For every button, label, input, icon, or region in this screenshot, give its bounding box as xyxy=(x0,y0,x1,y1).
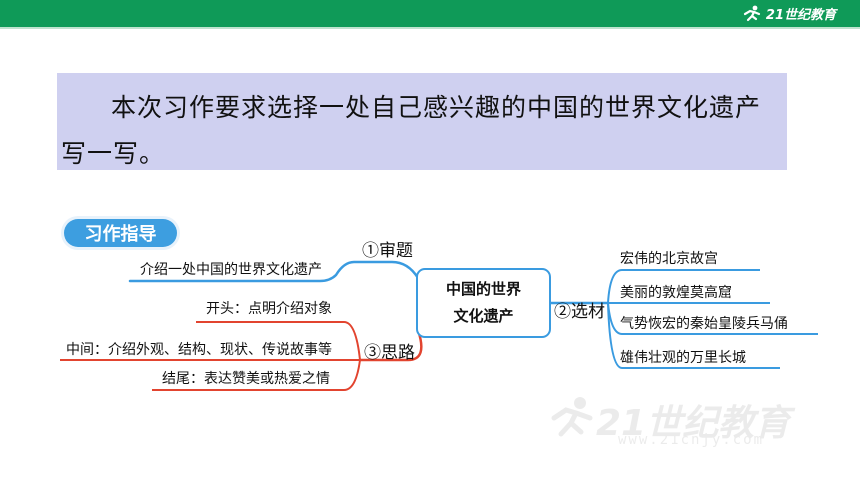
branch-outline-label: ③思路 xyxy=(364,343,415,363)
material-item-4: 雄伟壮观的万里长城 xyxy=(620,350,746,366)
review-item: 介绍一处中国的世界文化遗产 xyxy=(140,262,322,278)
material-item-2: 美丽的敦煌莫高窟 xyxy=(620,285,732,301)
outline-item-2: 中间：介绍外观、结构、现状、传说故事等 xyxy=(66,342,332,358)
branch-material-label: ②选材 xyxy=(554,302,605,322)
outline-item-1: 开头：点明介绍对象 xyxy=(206,301,332,317)
watermark-runner-icon xyxy=(551,397,593,437)
watermark-url: www.21cnjy.com xyxy=(618,432,765,448)
watermark: 21世纪教育 www.21cnjy.com xyxy=(548,394,808,454)
center-line-1: 中国的世界 xyxy=(445,280,521,298)
material-item-1: 宏伟的北京故宫 xyxy=(620,251,718,267)
branch-review-label: ①审题 xyxy=(362,241,413,261)
center-line-2: 文化遗产 xyxy=(453,307,514,325)
material-item-3: 气势恢宏的秦始皇陵兵马俑 xyxy=(620,316,788,332)
mindmap-center-node: 中国的世界 文化遗产 xyxy=(416,268,551,338)
outline-item-3: 结尾：表达赞美或热爱之情 xyxy=(162,371,330,387)
